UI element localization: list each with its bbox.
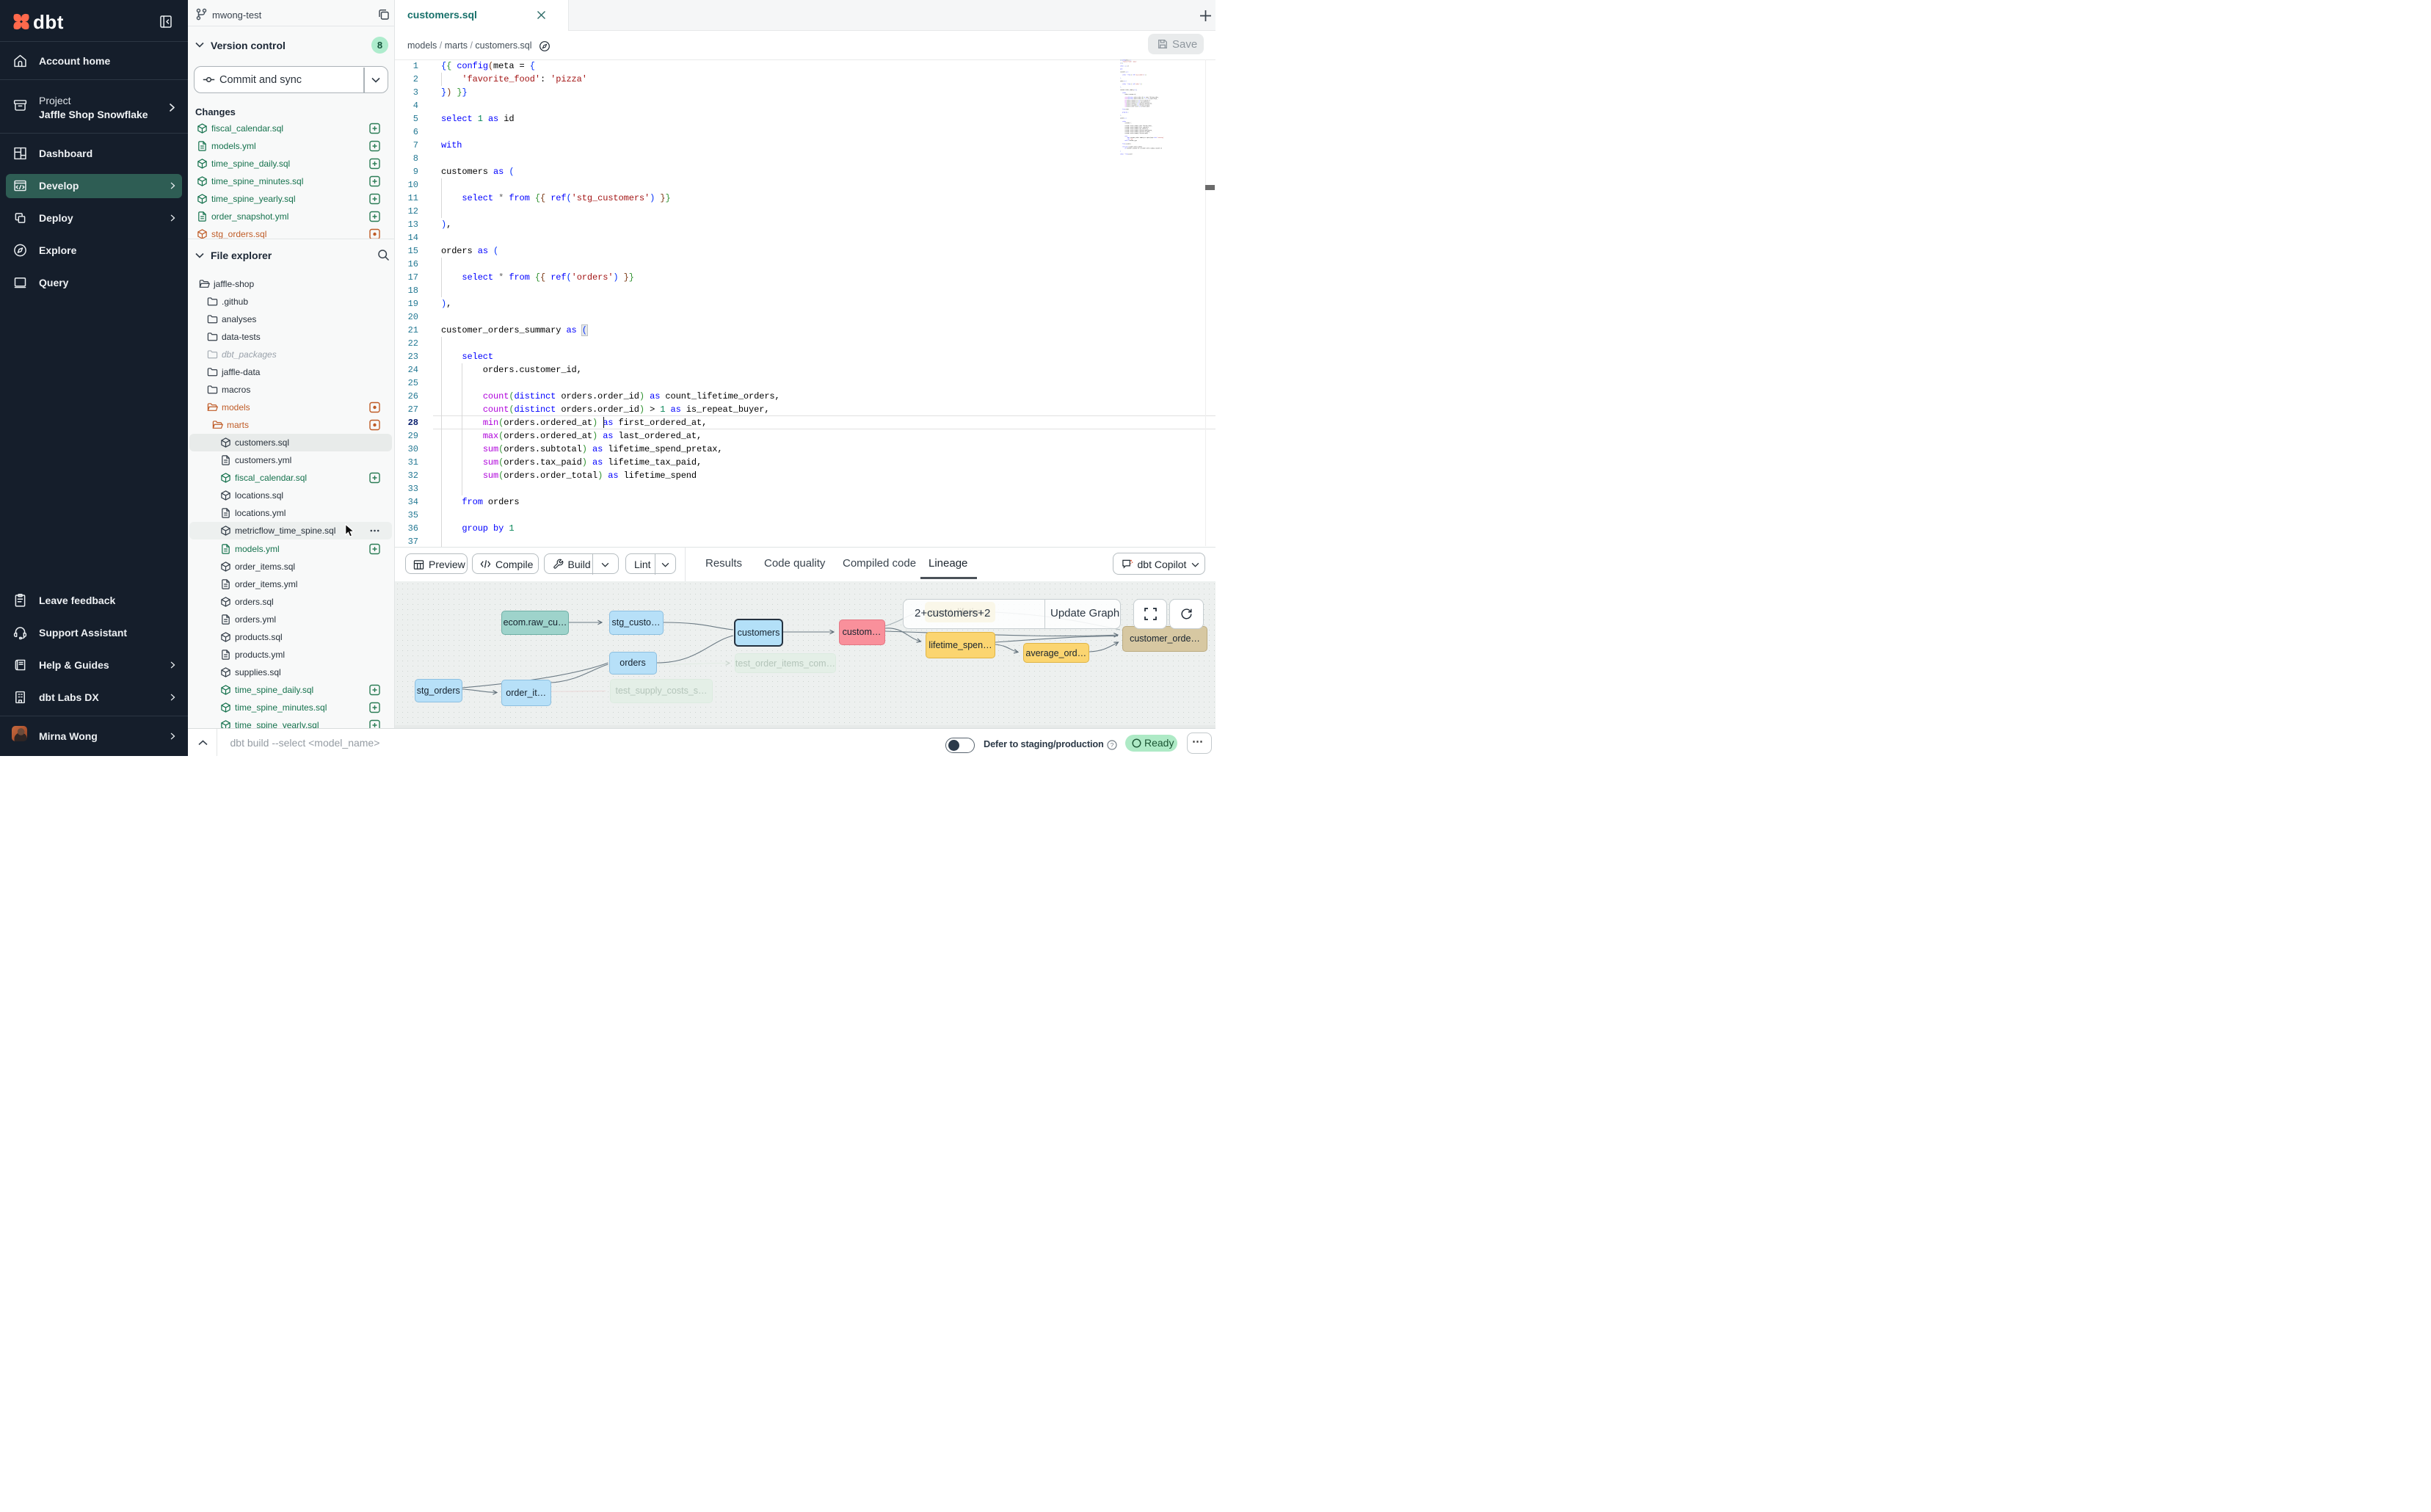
- svg-text:?: ?: [1111, 741, 1114, 749]
